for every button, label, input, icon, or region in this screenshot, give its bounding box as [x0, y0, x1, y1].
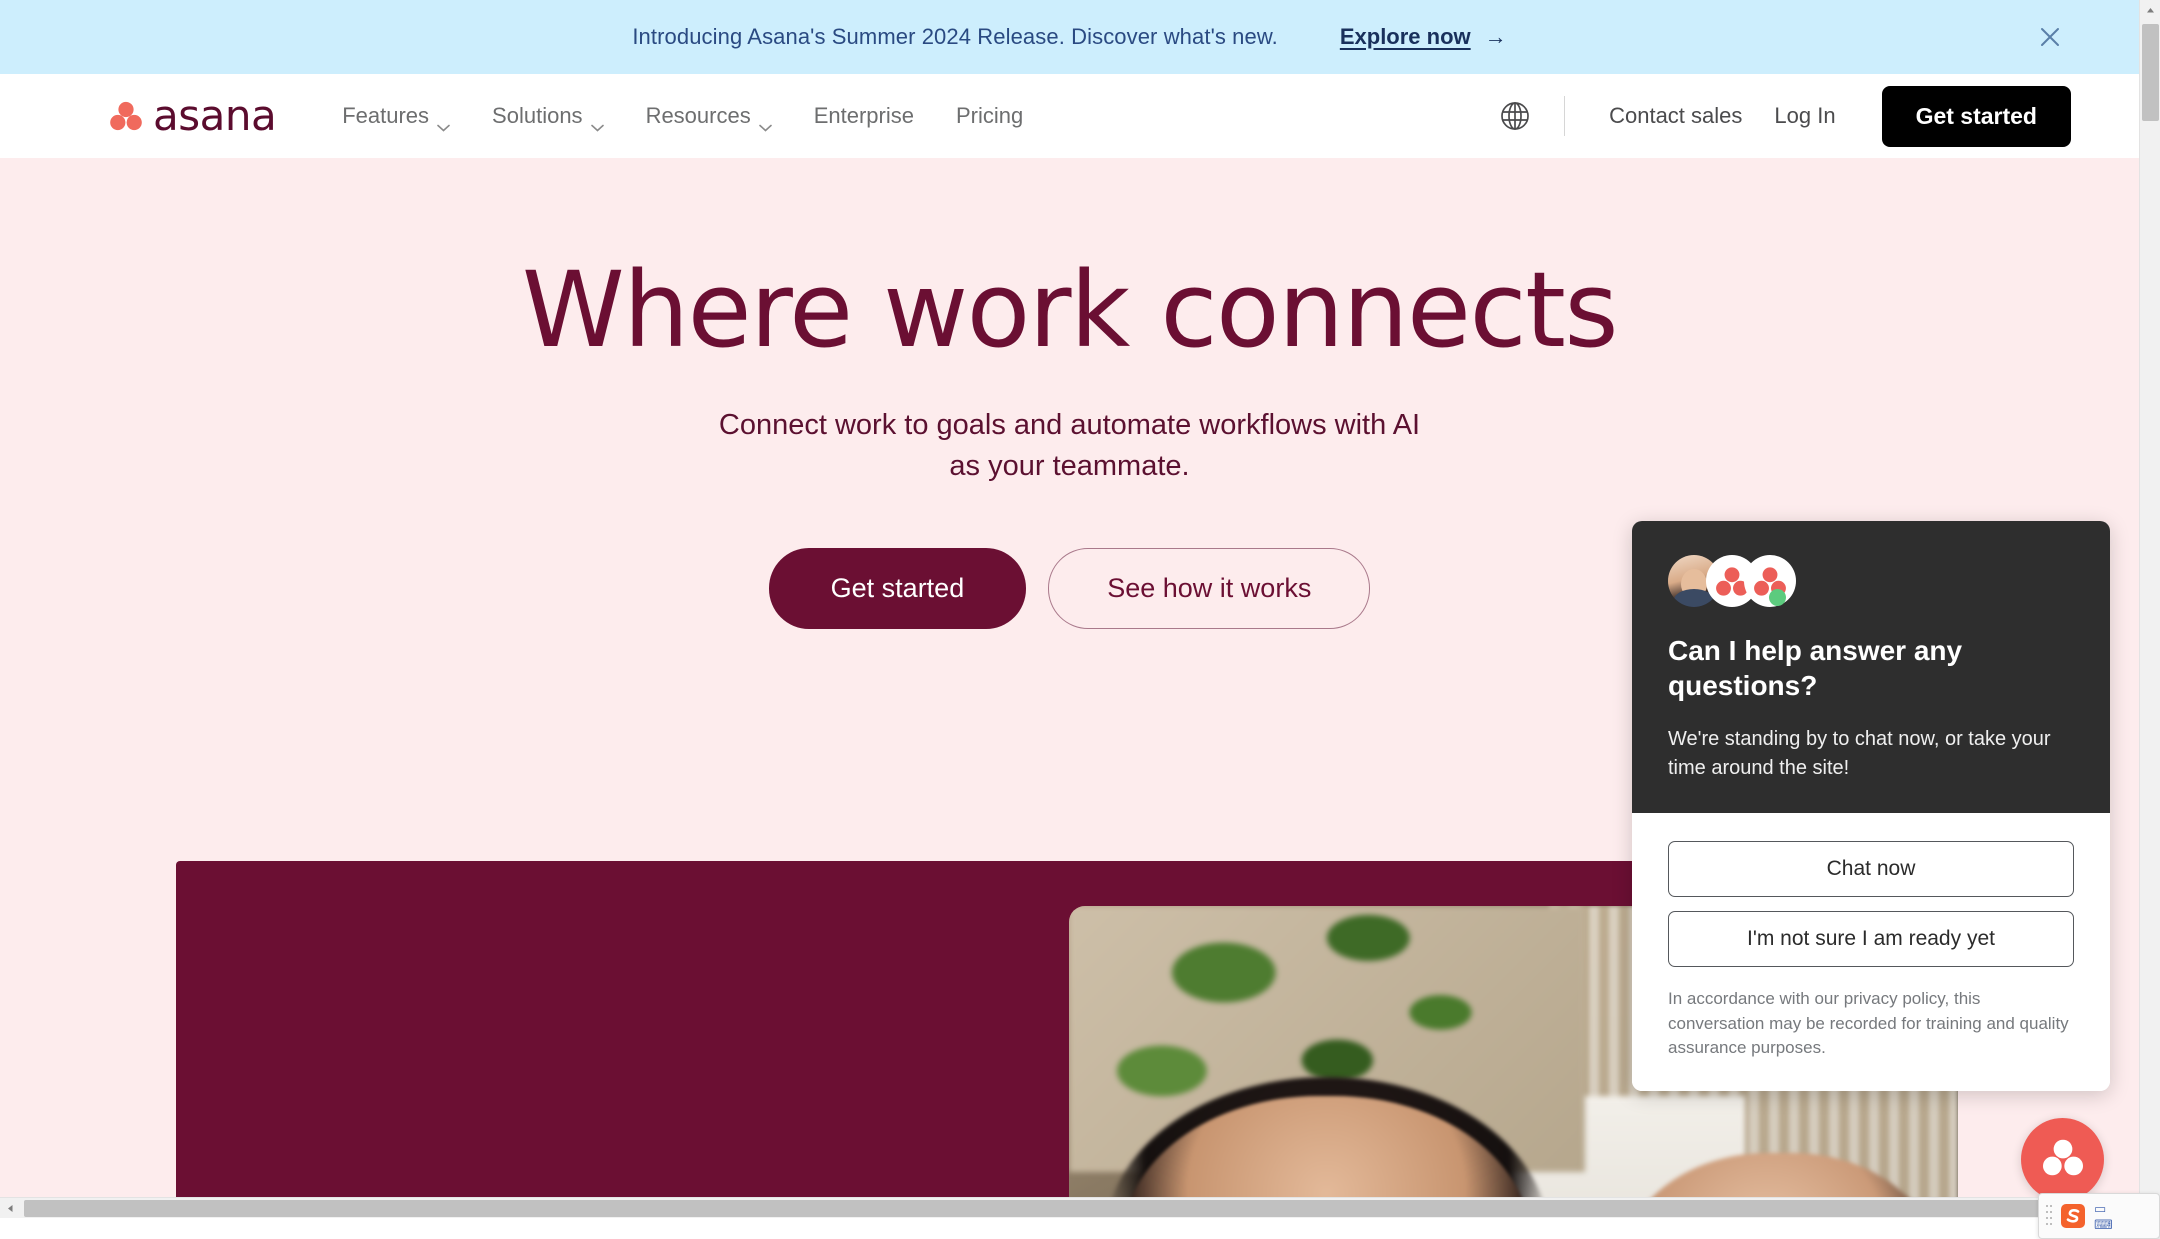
hero-subtitle-line1: Connect work to goals and automate workf…	[718, 409, 1421, 442]
hero-title: Where work connects	[521, 249, 1619, 371]
banner-link-group[interactable]: Explore now →	[1340, 24, 1507, 50]
chat-avatar-group	[1668, 555, 2074, 607]
horizontal-scrollbar-thumb[interactable]	[24, 1200, 2114, 1217]
nav-item-pricing-label: Pricing	[956, 103, 1024, 128]
page-content: Introducing Asana's Summer 2024 Release.…	[0, 0, 2139, 1218]
get-started-button-hero[interactable]: Get started	[768, 547, 1027, 629]
nav-item-solutions-label: Solutions	[492, 103, 583, 128]
ime-secondary-icons[interactable]: ▭ ⌨	[2094, 1202, 2113, 1231]
nav-item-features[interactable]: Features	[338, 95, 454, 137]
not-ready-button[interactable]: I'm not sure I am ready yet	[1668, 911, 2074, 967]
arrow-right-icon: →	[1484, 24, 1507, 49]
nav-item-pricing[interactable]: Pricing	[952, 95, 1027, 137]
online-status-indicator	[1769, 589, 1786, 606]
chat-now-button[interactable]: Chat now	[1668, 841, 2074, 897]
asana-logo-icon	[2042, 1138, 2084, 1182]
nav-item-features-label: Features	[342, 103, 430, 128]
nav-item-resources-label: Resources	[645, 103, 751, 128]
log-in-link[interactable]: Log In	[1758, 93, 1851, 139]
chat-widget-actions: Chat now I'm not sure I am ready yet In …	[1632, 813, 2110, 1091]
chevron-down-icon	[758, 112, 772, 132]
banner-message: Introducing Asana's Summer 2024 Release.…	[632, 24, 1278, 49]
explore-now-link[interactable]: Explore now	[1340, 24, 1471, 50]
hero-subtitle-line2: as your teammate.	[949, 450, 1190, 483]
vertical-scrollbar[interactable]	[2139, 0, 2160, 1218]
ime-keyboard-icon[interactable]: ⌨	[2094, 1218, 2113, 1231]
drag-handle-icon[interactable]	[2045, 1203, 2052, 1229]
contact-sales-link[interactable]: Contact sales	[1593, 93, 1758, 139]
main-navigation: asana Features Solutions Resources Enter…	[0, 74, 2139, 158]
horizontal-scrollbar[interactable]	[0, 1197, 2139, 1218]
see-how-it-works-button[interactable]: See how it works	[1048, 547, 1371, 629]
triangle-up-icon[interactable]	[2140, 0, 2160, 21]
asana-logo[interactable]: asana	[110, 91, 277, 140]
asana-logo-icon	[110, 101, 142, 131]
chevron-down-icon	[437, 112, 450, 132]
nav-item-enterprise[interactable]: Enterprise	[810, 95, 918, 137]
chat-widget-message: We're standing by to chat now, or take y…	[1668, 728, 2051, 779]
nav-item-enterprise-label: Enterprise	[813, 103, 914, 128]
nav-right-group: Contact sales Log In Get started	[1494, 85, 2071, 147]
sogou-logo-icon[interactable]	[2058, 1201, 2088, 1231]
asana-wordmark: asana	[153, 91, 277, 140]
chevron-down-icon	[590, 112, 604, 132]
hero-subtitle: Connect work to goals and automate workf…	[0, 405, 2139, 487]
chat-widget-header: Can I help answer any questions? We're s…	[1632, 521, 2110, 813]
close-icon[interactable]	[2033, 20, 2067, 54]
ime-toolbar[interactable]: ▭ ⌨	[2038, 1193, 2160, 1239]
chat-privacy-disclaimer: In accordance with our privacy policy, t…	[1668, 989, 2069, 1058]
chat-launcher-button[interactable]	[2021, 1118, 2104, 1201]
triangle-left-icon[interactable]	[0, 1198, 21, 1218]
nav-item-resources[interactable]: Resources	[642, 95, 776, 137]
globe-icon[interactable]	[1494, 95, 1536, 137]
ime-panel-icon[interactable]: ▭	[2094, 1202, 2113, 1215]
chat-widget-title: Can I help answer any questions?	[1668, 635, 1963, 701]
browser-viewport: Introducing Asana's Summer 2024 Release.…	[0, 0, 2160, 1239]
get-started-button-nav[interactable]: Get started	[1881, 85, 2071, 147]
nav-links: Features Solutions Resources Enterprise …	[338, 95, 1027, 137]
announcement-banner: Introducing Asana's Summer 2024 Release.…	[0, 0, 2139, 74]
nav-divider	[1564, 96, 1566, 136]
vertical-scrollbar-thumb[interactable]	[2142, 24, 2159, 121]
chat-widget: Can I help answer any questions? We're s…	[1632, 521, 2110, 1091]
nav-item-solutions[interactable]: Solutions	[488, 95, 608, 137]
